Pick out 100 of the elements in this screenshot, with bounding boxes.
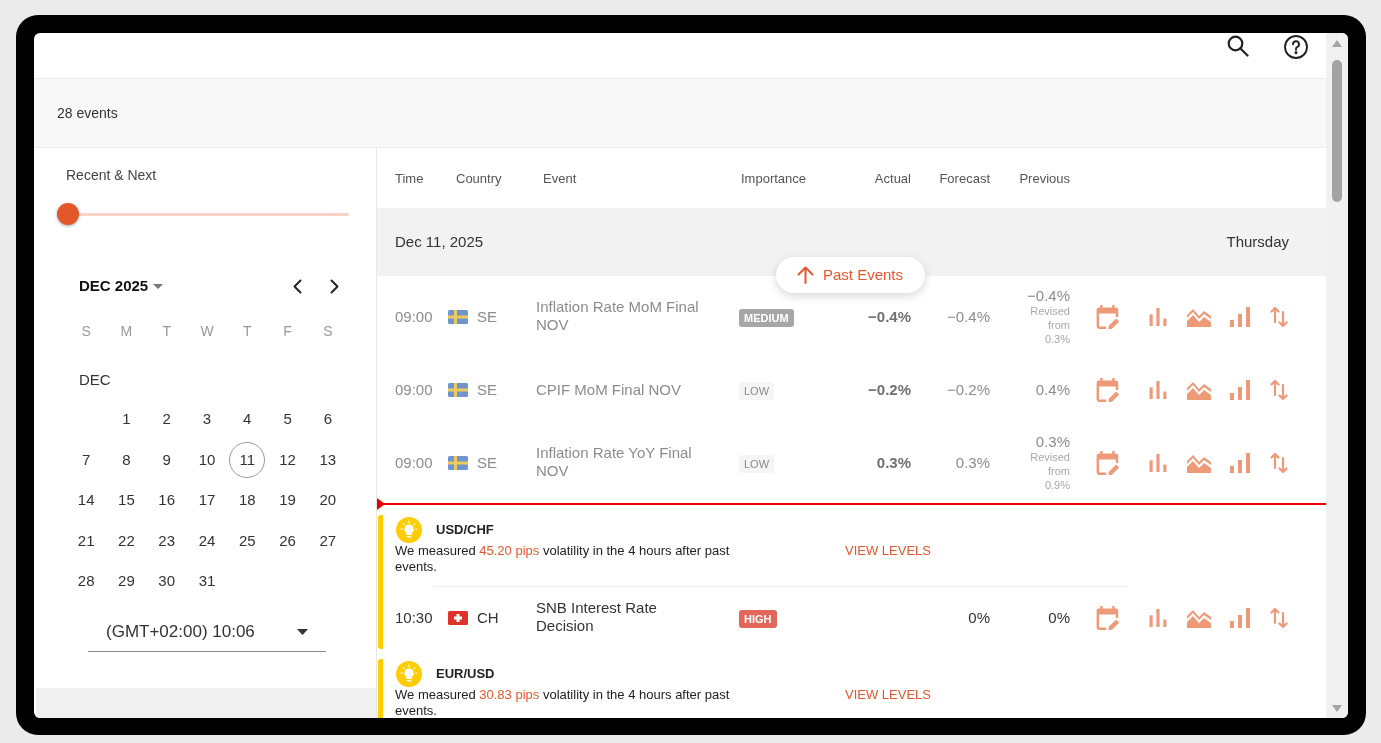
- up-down-arrows-icon[interactable]: [1270, 379, 1288, 401]
- bar-chart-icon[interactable]: [1149, 308, 1167, 326]
- chevron-left-icon[interactable]: [293, 278, 302, 294]
- calendar-day[interactable]: 19: [269, 482, 306, 519]
- calendar-day[interactable]: 15: [108, 482, 145, 519]
- date-label: Dec 11, 2025: [395, 231, 484, 252]
- calendar-day[interactable]: 8: [108, 441, 145, 478]
- up-down-arrows-icon[interactable]: [1270, 306, 1288, 328]
- forecast-value: −0.2%: [947, 381, 990, 398]
- previous-value: −0.4%: [1027, 288, 1070, 304]
- weekday-name: Thursday: [1226, 231, 1289, 252]
- area-chart-icon[interactable]: [1187, 380, 1211, 400]
- calendar-day[interactable]: 7: [68, 441, 105, 478]
- scroll-down-arrow-icon[interactable]: [1332, 705, 1342, 712]
- calendar-day[interactable]: 21: [68, 522, 105, 559]
- previous-value: 0.3%: [1035, 434, 1070, 450]
- calendar-day[interactable]: 18: [229, 482, 266, 519]
- calendar-day[interactable]: 16: [148, 482, 185, 519]
- calendar-day[interactable]: 10: [189, 441, 225, 478]
- forecast-value: 0%: [968, 609, 990, 626]
- view-levels-link[interactable]: VIEW LEVELS: [845, 687, 931, 703]
- column-header: Country: [456, 171, 502, 186]
- calendar-day[interactable]: 9: [148, 441, 185, 478]
- lightbulb-icon: [396, 517, 422, 543]
- past-events-button[interactable]: Past Events: [776, 257, 925, 293]
- flag-icon: [448, 456, 468, 470]
- calendar-day[interactable]: 30: [148, 563, 185, 600]
- chevron-right-icon[interactable]: [330, 278, 339, 294]
- importance-badge: MEDIUM: [739, 309, 794, 327]
- weekday-label: M: [120, 322, 133, 341]
- country-code: SE: [477, 452, 497, 473]
- column-header: Time: [395, 171, 424, 186]
- weekday-label: W: [200, 322, 214, 341]
- calendar-edit-icon[interactable]: [1096, 451, 1120, 475]
- calendar-day[interactable]: 31: [189, 563, 225, 600]
- volatility-message: We measured 30.83 pips volatility in the 4 hours after past events.: [395, 687, 731, 718]
- caret-down-icon: [297, 629, 308, 635]
- calendar-day[interactable]: 6: [309, 401, 346, 438]
- caret-down-icon: [153, 283, 164, 289]
- area-chart-icon[interactable]: [1187, 453, 1211, 473]
- importance-badge: LOW: [739, 382, 775, 400]
- area-chart-icon[interactable]: [1187, 608, 1211, 628]
- actual-value: −0.4%: [868, 308, 911, 325]
- calendar-day[interactable]: 4: [229, 401, 266, 438]
- signal-bars-icon[interactable]: [1230, 380, 1250, 400]
- signal-bars-icon[interactable]: [1230, 307, 1250, 327]
- calendar-day[interactable]: 13: [309, 441, 346, 478]
- country-code: SE: [477, 306, 497, 327]
- currency-pair: USD/CHF: [436, 521, 494, 540]
- signal-bars-icon[interactable]: [1230, 608, 1250, 628]
- calendar-day[interactable]: 24: [189, 522, 225, 559]
- event-count: 28 events: [57, 103, 118, 123]
- bar-chart-icon[interactable]: [1149, 454, 1167, 472]
- calendar-edit-icon[interactable]: [1096, 378, 1120, 402]
- bar-chart-icon[interactable]: [1149, 381, 1167, 399]
- bar-chart-icon[interactable]: [1149, 609, 1167, 627]
- previous-value: 0%: [1048, 610, 1070, 626]
- range-label: Recent & Next: [66, 167, 157, 183]
- forecast-value: 0.3%: [955, 454, 990, 471]
- signal-bars-icon[interactable]: [1230, 453, 1250, 473]
- event-name[interactable]: SNB Interest Rate Decision: [536, 598, 711, 635]
- calendar-day[interactable]: 14: [68, 482, 105, 519]
- column-header: Importance: [741, 171, 807, 186]
- calendar-day[interactable]: 3: [189, 401, 225, 438]
- event-time: 10:30: [395, 609, 433, 626]
- area-chart-icon[interactable]: [1187, 307, 1211, 327]
- view-levels-link[interactable]: VIEW LEVELS: [845, 543, 931, 559]
- calendar-day[interactable]: 12: [269, 441, 306, 478]
- help-icon[interactable]: [1284, 35, 1308, 59]
- slider-thumb[interactable]: [57, 203, 79, 225]
- calendar-day[interactable]: 29: [108, 563, 145, 600]
- search-icon[interactable]: [1227, 35, 1249, 57]
- scrollbar-thumb[interactable]: [1332, 60, 1342, 202]
- calendar-day[interactable]: 23: [148, 522, 185, 559]
- calendar-day[interactable]: 5: [269, 401, 306, 438]
- column-header: Previous: [1019, 171, 1070, 186]
- month-label: DEC: [79, 369, 111, 390]
- calendar-day[interactable]: 2: [148, 401, 185, 438]
- calendar-day[interactable]: 1: [108, 401, 145, 438]
- calendar-day[interactable]: 20: [309, 482, 346, 519]
- weekday-label: F: [283, 322, 292, 341]
- calendar-edit-icon[interactable]: [1096, 305, 1120, 329]
- arrow-up-icon: [797, 266, 814, 284]
- calendar-day[interactable]: 22: [108, 522, 145, 559]
- month-picker-button[interactable]: DEC 2025: [79, 274, 164, 298]
- weekday-label: T: [243, 322, 252, 341]
- calendar-day[interactable]: 28: [68, 563, 105, 600]
- calendar-day[interactable]: 27: [309, 522, 346, 559]
- event-time: 09:00: [395, 308, 433, 325]
- column-header: Forecast: [939, 171, 990, 186]
- column-header: Actual: [874, 171, 911, 186]
- scroll-up-arrow-icon[interactable]: [1332, 40, 1342, 47]
- timezone-select[interactable]: (GMT+02:00) 10:06: [88, 613, 326, 652]
- up-down-arrows-icon[interactable]: [1270, 452, 1288, 474]
- volatility-message: We measured 45.20 pips volatility in the 4 hours after past events.: [395, 543, 731, 575]
- up-down-arrows-icon[interactable]: [1270, 607, 1288, 629]
- calendar-day[interactable]: 25: [229, 522, 266, 559]
- calendar-edit-icon[interactable]: [1096, 606, 1120, 630]
- calendar-day[interactable]: 17: [189, 482, 225, 519]
- calendar-day[interactable]: 26: [269, 522, 306, 559]
